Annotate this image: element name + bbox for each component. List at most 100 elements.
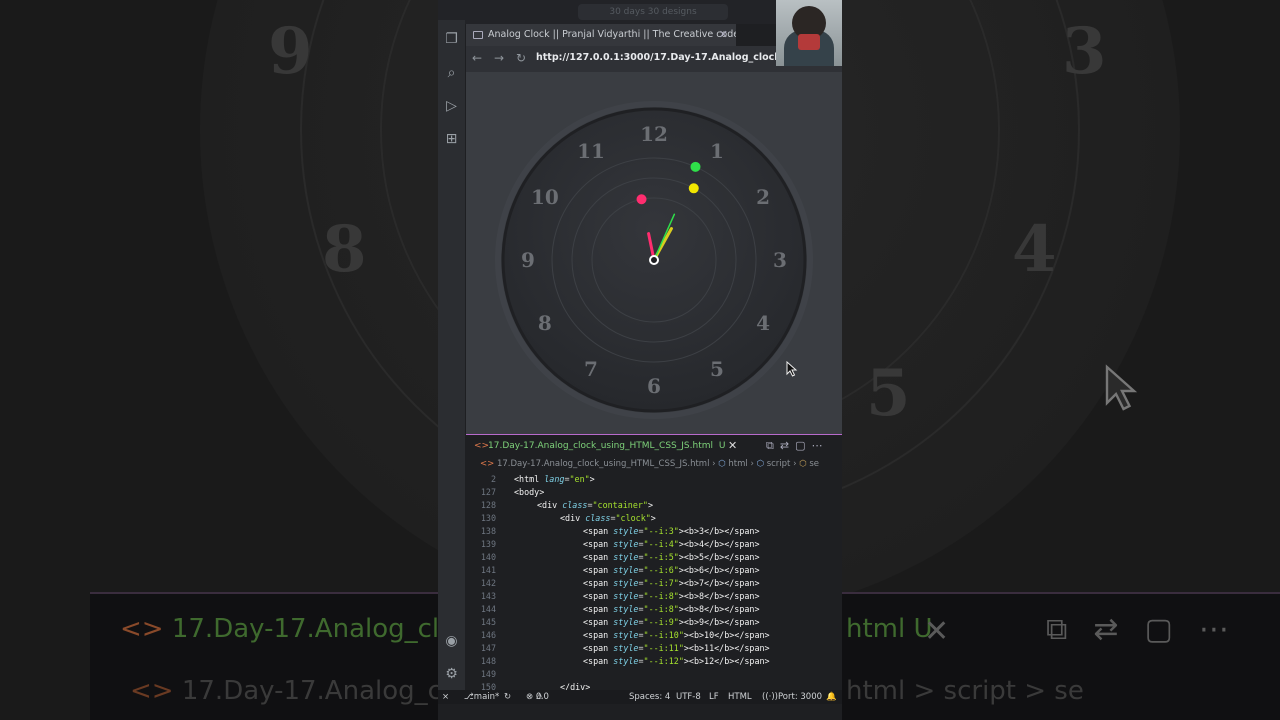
code-line[interactable]: 146 <span style="--i:10"><b>10</b></span> bbox=[466, 629, 842, 642]
live-server-port[interactable]: ((·)) Port: 3000 bbox=[762, 690, 822, 704]
bg-number: 4 bbox=[1012, 212, 1057, 287]
code-line[interactable]: 142 <span style="--i:7"><b>7</b></span> bbox=[466, 577, 842, 590]
line-number: 142 bbox=[480, 578, 496, 588]
clock-number: 6 bbox=[647, 374, 661, 398]
line-number: 130 bbox=[480, 513, 496, 523]
bg-close-icon: ✕ bbox=[924, 614, 950, 649]
line-number: 141 bbox=[480, 565, 496, 575]
account-icon[interactable]: ◉ bbox=[442, 632, 461, 651]
code-line[interactable]: 140 <span style="--i:5"><b>5</b></span> bbox=[466, 551, 842, 564]
code-text: <span style="--i:5"><b>5</b></span> bbox=[583, 552, 760, 562]
line-number: 128 bbox=[480, 500, 496, 510]
analog-clock: 121234567891011 bbox=[495, 101, 813, 419]
explorer-icon[interactable]: ❐ bbox=[442, 30, 461, 49]
breadcrumb[interactable]: <> 17.Day-17.Analog_clock_using_HTML_CSS… bbox=[480, 459, 842, 469]
notifications-bell-icon[interactable]: 🔔 bbox=[826, 690, 837, 704]
line-endings[interactable]: LF bbox=[709, 690, 719, 704]
code-line[interactable]: 127 <body> bbox=[466, 486, 842, 499]
code-line[interactable]: 144 <span style="--i:8"><b>8</b></span> bbox=[466, 603, 842, 616]
search-icon[interactable]: ⌕ bbox=[442, 64, 461, 83]
code-text: <span style="--i:7"><b>7</b></span> bbox=[583, 578, 760, 588]
code-text: <span style="--i:11"><b>11</b></span> bbox=[583, 643, 770, 653]
breadcrumb-file[interactable]: 17.Day-17.Analog_clock_using_HTML_CSS_JS… bbox=[497, 459, 710, 469]
code-line[interactable]: 145 <span style="--i:9"><b>9</b></span> bbox=[466, 616, 842, 629]
bg-filename: <> 17.Day-17.Analog_clo bbox=[120, 614, 456, 644]
code-line[interactable]: 2 <html lang="en"> bbox=[466, 473, 842, 486]
line-number: 145 bbox=[480, 617, 496, 627]
code-line[interactable]: 139 <span style="--i:4"><b>4</b></span> bbox=[466, 538, 842, 551]
sync-icon[interactable]: ↻ bbox=[504, 690, 511, 704]
reload-icon[interactable]: ↻ bbox=[516, 51, 526, 65]
code-text: <body> bbox=[514, 487, 545, 497]
code-text: <span style="--i:10"><b>10</b></span> bbox=[583, 630, 770, 640]
breadcrumb-html[interactable]: html bbox=[728, 459, 747, 469]
code-editor: <> 17.Day-17.Analog_clock_using_HTML_CSS… bbox=[466, 434, 842, 692]
code-text: <span style="--i:4"><b>4</b></span> bbox=[583, 539, 760, 549]
line-number: 147 bbox=[480, 643, 496, 653]
breadcrumb-symbol[interactable]: se bbox=[809, 459, 819, 469]
line-number: 149 bbox=[480, 669, 496, 679]
line-number: 127 bbox=[480, 487, 496, 497]
browser-tab-title: Analog Clock || Pranjal Vidyarthi || The… bbox=[488, 29, 736, 40]
hour-dot bbox=[688, 183, 699, 194]
line-number: 139 bbox=[480, 539, 496, 549]
code-text: <span style="--i:9"><b>9</b></span> bbox=[583, 617, 760, 627]
bg-breadcrumb-start: <> 17.Day-17.Analog_c bbox=[130, 676, 442, 706]
remote-icon[interactable]: ⨯ bbox=[442, 690, 449, 704]
back-icon[interactable]: ← bbox=[472, 51, 482, 65]
code-text: <span style="--i:6"><b>6</b></span> bbox=[583, 565, 760, 575]
bg-breadcrumb-end: html > script > se bbox=[846, 676, 1084, 706]
git-branch[interactable]: ⎇ main* bbox=[464, 690, 499, 704]
code-line[interactable]: 148 <span style="--i:12"><b>12</b></span> bbox=[466, 655, 842, 668]
browser-tab[interactable]: Analog Clock || Pranjal Vidyarthi || The… bbox=[466, 24, 736, 46]
code-text: <html lang="en"> bbox=[514, 474, 595, 484]
line-number: 143 bbox=[480, 591, 496, 601]
webcam-overlay bbox=[776, 0, 842, 66]
code-text: <div class="clock"> bbox=[560, 513, 656, 523]
code-line[interactable]: 128 <div class="container"> bbox=[466, 499, 842, 512]
code-line[interactable]: 130 <div class="clock"> bbox=[466, 512, 842, 525]
encoding[interactable]: UTF-8 bbox=[676, 690, 701, 704]
minute-dot bbox=[636, 194, 647, 205]
problems-indicator[interactable]: ⊗ 0 ⚠ 0 bbox=[526, 690, 549, 704]
command-center-search[interactable]: 30 days 30 designs bbox=[578, 4, 728, 20]
code-line[interactable]: 143 <span style="--i:8"><b>8</b></span> bbox=[466, 590, 842, 603]
editor-actions-icon[interactable]: ⧉⇄▢⋯ bbox=[766, 439, 828, 453]
bg-number: 3 bbox=[1062, 14, 1107, 89]
page-icon bbox=[473, 31, 483, 39]
breadcrumb-script[interactable]: script bbox=[767, 459, 791, 469]
clock-center-pin bbox=[649, 255, 659, 265]
bg-number: 9 bbox=[268, 14, 313, 89]
code-line[interactable]: 149 bbox=[466, 668, 842, 681]
second-dot bbox=[690, 161, 701, 172]
code-text: <div class="container"> bbox=[537, 500, 653, 510]
bg-cursor-icon bbox=[1105, 364, 1138, 411]
clock-number: 7 bbox=[584, 357, 598, 381]
activity-bar: ❐ ⌕ ▷ ⊞ ◉ ⚙ bbox=[438, 20, 465, 690]
clock-number: 1 bbox=[710, 139, 724, 163]
git-untracked-badge: U bbox=[718, 441, 726, 451]
close-tab-icon[interactable]: ✕ bbox=[719, 24, 728, 46]
bg-number: 8 bbox=[322, 212, 367, 287]
forward-icon[interactable]: → bbox=[494, 51, 504, 65]
extensions-icon[interactable]: ⊞ bbox=[442, 130, 461, 149]
code-line[interactable]: 138 <span style="--i:3"><b>3</b></span> bbox=[466, 525, 842, 538]
mouse-cursor-icon bbox=[786, 361, 798, 377]
bg-number: 5 bbox=[866, 356, 911, 431]
code-line[interactable]: 141 <span style="--i:6"><b>6</b></span> bbox=[466, 564, 842, 577]
line-number: 138 bbox=[480, 526, 496, 536]
code-text: <span style="--i:3"><b>3</b></span> bbox=[583, 526, 760, 536]
clock-number: 4 bbox=[756, 311, 770, 335]
clock-number: 12 bbox=[640, 122, 668, 146]
close-editor-tab-icon[interactable]: ✕ bbox=[728, 435, 737, 457]
clock-number: 5 bbox=[710, 357, 724, 381]
indentation[interactable]: Spaces: 4 bbox=[629, 690, 670, 704]
run-debug-icon[interactable]: ▷ bbox=[442, 97, 461, 116]
code-lines[interactable]: 2 <html lang="en"> 127 <body> 128 <div class=… bbox=[466, 473, 842, 694]
code-line[interactable]: 147 <span style="--i:11"><b>11</b></span> bbox=[466, 642, 842, 655]
editor-tab[interactable]: <> 17.Day-17.Analog_clock_using_HTML_CSS… bbox=[466, 435, 744, 457]
vscode-window: 30 days 30 designs ❐ ⌕ ▷ ⊞ ◉ ⚙ Analog Cl… bbox=[438, 0, 842, 720]
language-mode[interactable]: HTML bbox=[728, 690, 752, 704]
bg-filename-tail: html U bbox=[846, 614, 933, 644]
settings-gear-icon[interactable]: ⚙ bbox=[442, 665, 461, 684]
